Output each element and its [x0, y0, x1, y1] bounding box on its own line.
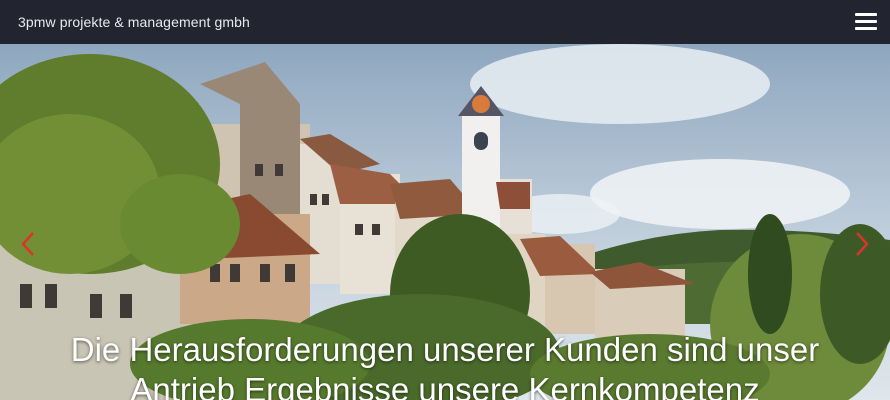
- hamburger-menu-icon[interactable]: [855, 13, 877, 31]
- chevron-right-icon: [856, 232, 869, 256]
- top-navbar: 3pmw projekte & management gmbh: [0, 0, 890, 44]
- brand-name[interactable]: 3pmw projekte & management gmbh: [18, 14, 250, 30]
- hero-carousel: Die Herausforderungen unserer Kunden sin…: [0, 44, 890, 400]
- hero-caption-line-2: Antrieb Ergebnisse unsere Kernkompetenz: [130, 371, 760, 400]
- hero-caption-line-1: Die Herausforderungen unserer Kunden sin…: [70, 331, 820, 368]
- chevron-left-icon: [21, 232, 34, 256]
- carousel-next-button[interactable]: [852, 230, 872, 258]
- carousel-prev-button[interactable]: [18, 230, 38, 258]
- hero-caption: Die Herausforderungen unserer Kunden sin…: [0, 330, 890, 400]
